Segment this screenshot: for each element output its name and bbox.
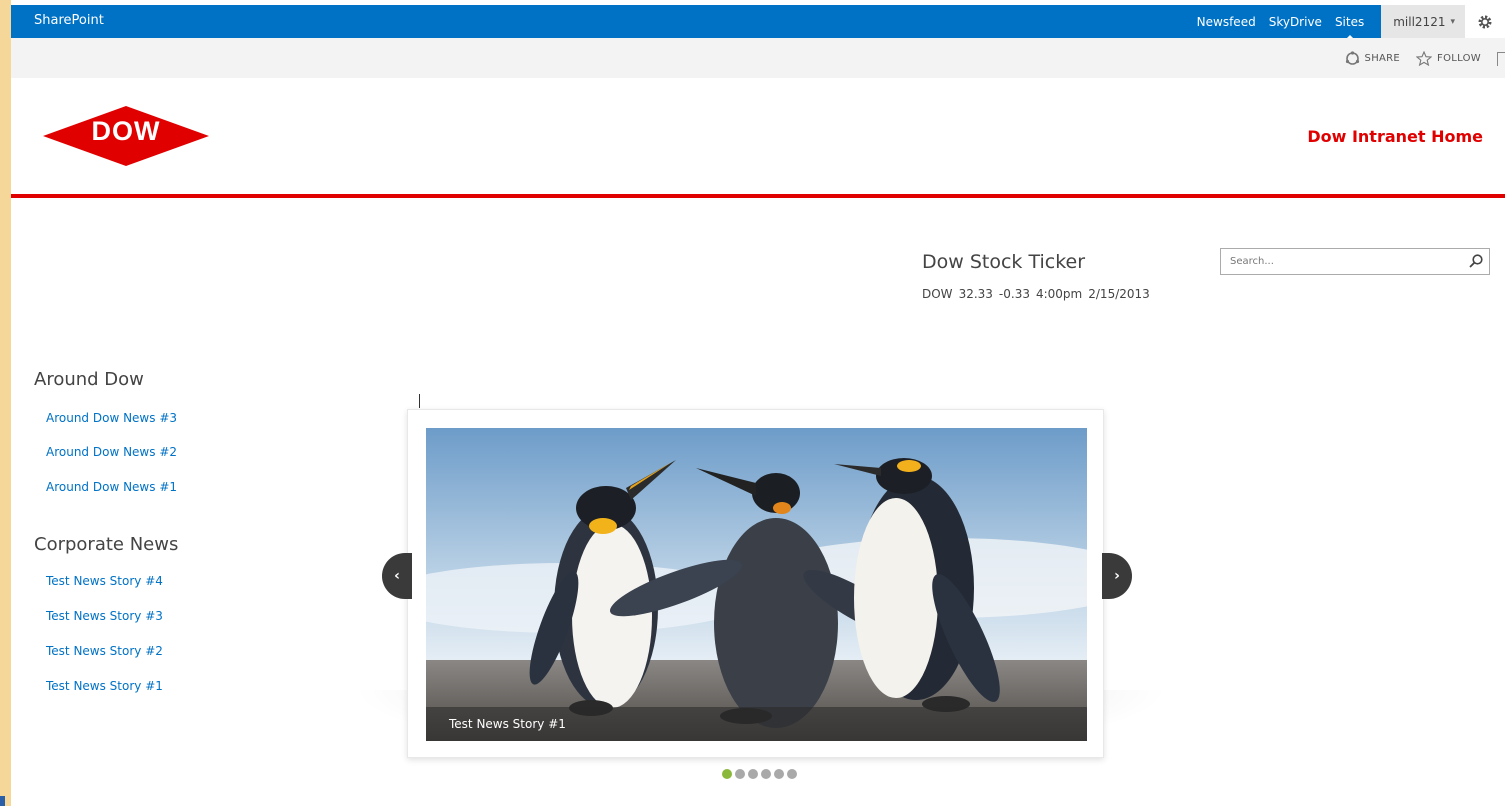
sharepoint-brand-link[interactable]: SharePoint [34, 13, 104, 28]
penguins-photo [426, 428, 1087, 741]
user-name: mill2121 [1393, 14, 1446, 29]
focus-on-content-icon[interactable] [1497, 51, 1505, 66]
ticker-change: -0.33 [998, 287, 1030, 301]
follow-label: FOLLOW [1437, 53, 1481, 64]
site-title-link[interactable]: Dow Intranet Home [1307, 127, 1483, 146]
logo-text: DOW [91, 116, 161, 146]
around-dow-link[interactable]: Around Dow News #2 [46, 445, 177, 459]
corporate-news-heading: Corporate News [34, 534, 179, 555]
dow-logo[interactable]: DOW ® [41, 105, 211, 167]
skydrive-link[interactable]: SkyDrive [1269, 15, 1322, 29]
suite-bar: SharePoint Newsfeed SkyDrive Sites mill2… [11, 5, 1505, 39]
corporate-news-link[interactable]: Test News Story #1 [46, 679, 163, 693]
slider-pager [722, 769, 797, 779]
slider-dot[interactable] [761, 769, 771, 779]
slider-dot[interactable] [774, 769, 784, 779]
corporate-news-link[interactable]: Test News Story #4 [46, 574, 163, 588]
slide-image[interactable]: Test News Story #1 [426, 428, 1087, 741]
suite-links: Newsfeed SkyDrive Sites mill2121 ▾ [1197, 5, 1505, 39]
share-icon [1345, 51, 1359, 65]
chevron-left-icon: ‹ [394, 568, 400, 584]
around-dow-link[interactable]: Around Dow News #1 [46, 480, 177, 494]
sites-link[interactable]: Sites [1335, 15, 1364, 39]
ticker-date: 2/15/2013 [1088, 287, 1150, 301]
follow-button[interactable]: FOLLOW [1416, 51, 1481, 66]
chevron-right-icon: › [1114, 568, 1120, 584]
header-divider [11, 194, 1505, 198]
user-menu[interactable]: mill2121 ▾ [1381, 5, 1465, 38]
registered-mark: ® [177, 151, 185, 160]
slider-dot[interactable] [748, 769, 758, 779]
around-dow-link[interactable]: Around Dow News #3 [46, 411, 177, 425]
search-box [1220, 248, 1490, 275]
slider-next-button[interactable]: › [1102, 553, 1132, 599]
stock-ticker-title: Dow Stock Ticker [922, 251, 1086, 273]
ticker-price: 32.33 [958, 287, 993, 301]
slider-dot[interactable] [735, 769, 745, 779]
chevron-down-icon: ▾ [1450, 16, 1455, 27]
ribbon-bar: SHARE FOLLOW [11, 38, 1505, 78]
page-frame: SharePoint Newsfeed SkyDrive Sites mill2… [11, 0, 1505, 806]
stock-ticker-row: DOW 32.33 -0.33 4:00pm 2/15/2013 [922, 287, 1150, 301]
text-cursor [419, 394, 420, 408]
star-icon [1416, 51, 1433, 66]
news-slider: Test News Story #1 [407, 409, 1104, 758]
newsfeed-link[interactable]: Newsfeed [1197, 15, 1256, 29]
ticker-time: 4:00pm [1035, 287, 1083, 301]
site-header: DOW ® Dow Intranet Home [11, 78, 1505, 194]
around-dow-heading: Around Dow [34, 369, 144, 390]
slide-caption-bar: Test News Story #1 [426, 707, 1087, 741]
slider-dot[interactable] [722, 769, 732, 779]
search-input[interactable] [1221, 249, 1461, 274]
slider-dot[interactable] [787, 769, 797, 779]
taskbar-edge [0, 796, 5, 806]
corporate-news-link[interactable]: Test News Story #3 [46, 609, 163, 623]
share-button[interactable]: SHARE [1345, 51, 1400, 66]
corporate-news-link[interactable]: Test News Story #2 [46, 644, 163, 658]
share-label: SHARE [1364, 53, 1401, 64]
search-icon[interactable] [1468, 253, 1484, 269]
slider-prev-button[interactable]: ‹ [382, 553, 412, 599]
settings-button[interactable] [1465, 5, 1505, 38]
gear-icon [1478, 15, 1492, 28]
ribbon-actions: SHARE FOLLOW [1345, 51, 1505, 66]
slide-caption[interactable]: Test News Story #1 [449, 717, 566, 731]
ticker-symbol: DOW [922, 287, 953, 301]
